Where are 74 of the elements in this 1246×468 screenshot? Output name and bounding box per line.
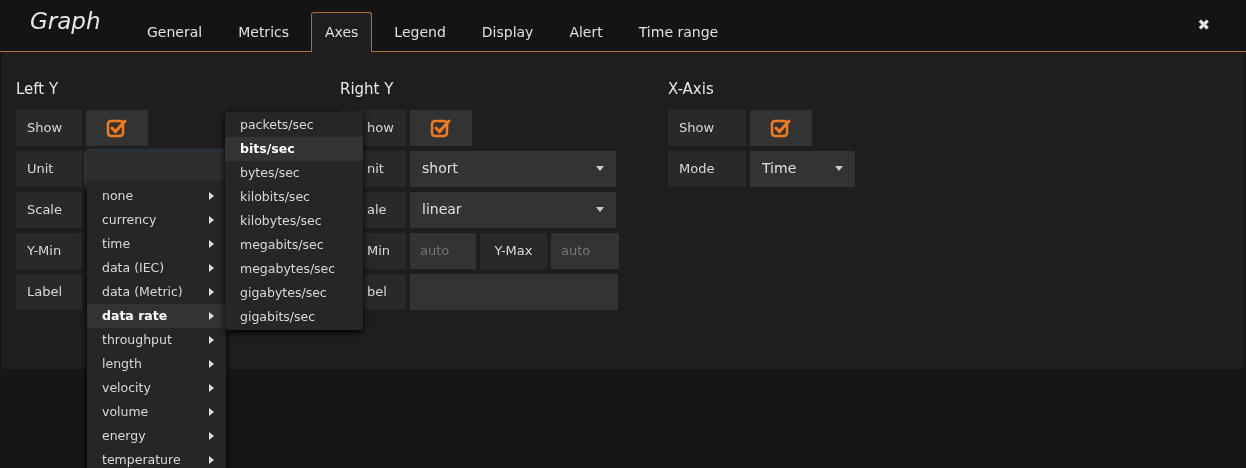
checkbox[interactable] — [410, 109, 472, 146]
input-field[interactable]: auto — [410, 232, 476, 269]
field-label: Mode — [668, 150, 746, 187]
menu-item-label: volume — [102, 402, 149, 421]
section-title: X-Axis — [668, 79, 715, 100]
caret-icon — [596, 166, 604, 171]
submenu-arrow-icon — [209, 216, 214, 224]
select-field[interactable]: linear — [410, 191, 616, 228]
menu-item[interactable]: energy — [87, 424, 226, 448]
menu-item[interactable]: temperature — [87, 448, 226, 468]
submenu-arrow-icon — [209, 456, 214, 464]
menu-item-label: throughput — [102, 330, 172, 349]
tab[interactable]: Axes — [311, 12, 373, 52]
menu-item[interactable]: throughput — [87, 328, 226, 352]
submenu-arrow-icon — [209, 240, 214, 248]
tab[interactable]: Time range — [624, 12, 733, 52]
caret-icon — [596, 207, 604, 212]
checked-checkbox-icon — [430, 117, 452, 138]
menu-item-label: data (IEC) — [102, 258, 165, 277]
checked-checkbox-icon — [770, 117, 792, 138]
close-button[interactable]: ✖ — [1191, 13, 1216, 38]
submenu-arrow-icon — [209, 408, 214, 416]
field-label: Scale — [16, 191, 82, 228]
tab[interactable]: General — [133, 12, 217, 52]
tab[interactable]: Metrics — [224, 12, 303, 52]
panel-title: Graph — [29, 7, 102, 37]
menu-item-label: none — [102, 186, 134, 205]
menu-item[interactable]: none — [87, 184, 226, 208]
field-label: Y-Max — [480, 232, 547, 269]
menu-item[interactable]: volume — [87, 400, 226, 424]
section-title: Right Y — [340, 79, 395, 100]
checkbox[interactable] — [86, 109, 148, 146]
submenu-arrow-icon — [209, 192, 214, 200]
select-value: Time — [762, 159, 797, 178]
checked-checkbox-icon — [106, 117, 128, 138]
field-label: Unit — [16, 150, 82, 187]
menu-item-label: length — [102, 354, 142, 373]
input-field[interactable]: auto — [551, 232, 619, 269]
submenu-arrow-icon — [209, 432, 214, 440]
submenu-arrow-icon — [209, 360, 214, 368]
field-label: Y-Min — [16, 232, 82, 269]
select-value: linear — [422, 200, 462, 219]
select-value: short — [422, 159, 458, 178]
field-label: Label — [16, 273, 82, 310]
checkbox[interactable] — [750, 109, 812, 146]
select-field[interactable]: Time — [750, 150, 855, 187]
submenu-arrow-icon — [209, 312, 214, 320]
tab[interactable]: Legend — [380, 12, 460, 52]
field-label: Show — [16, 109, 82, 146]
tab[interactable]: Alert — [555, 12, 617, 52]
menu-item-label: energy — [102, 426, 146, 445]
submenu-arrow-icon — [209, 288, 214, 296]
tab[interactable]: Display — [467, 12, 548, 52]
menu-item[interactable]: length — [87, 352, 226, 376]
submenu-arrow-icon — [209, 384, 214, 392]
menu-item-label: temperature — [102, 450, 181, 468]
select-field[interactable]: short — [410, 150, 616, 187]
menu-item[interactable]: velocity — [87, 376, 226, 400]
menu-item[interactable]: time — [87, 232, 226, 256]
menu-item[interactable]: bits/sec — [225, 137, 363, 161]
menu-item-label: velocity — [102, 378, 151, 397]
section-title: Left Y — [16, 79, 60, 100]
menu-item-label: data rate — [102, 306, 168, 325]
submenu-arrow-icon — [209, 336, 214, 344]
submenu-arrow-icon — [209, 264, 214, 272]
menu-item-label: currency — [102, 210, 157, 229]
menu-item-label: data (Metric) — [102, 282, 183, 301]
menu-item[interactable]: data (IEC) — [87, 256, 226, 280]
menu-item[interactable]: currency — [87, 208, 226, 232]
field-label: Show — [668, 109, 746, 146]
menu-item-label: time — [102, 234, 131, 253]
menu-item[interactable]: data rate — [87, 304, 226, 328]
caret-icon — [835, 166, 843, 171]
menu-item[interactable]: data (Metric) — [87, 280, 226, 304]
